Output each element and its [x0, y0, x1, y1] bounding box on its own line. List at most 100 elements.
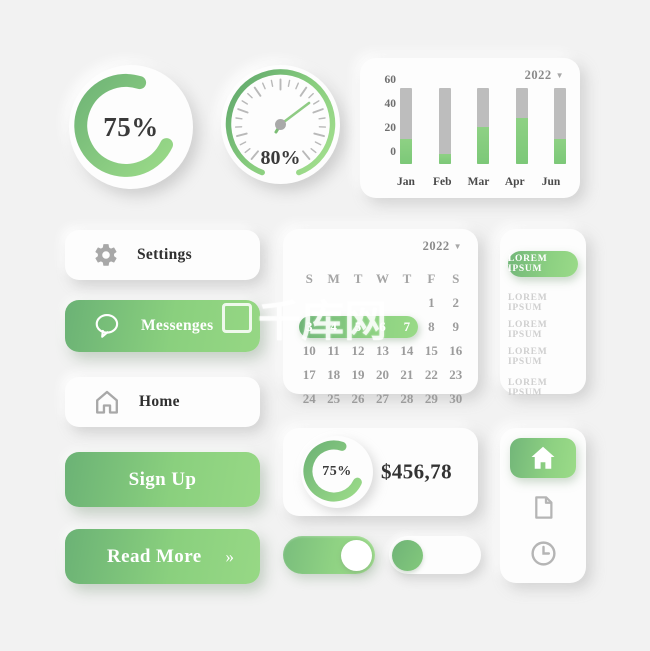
calendar-day[interactable]: 8: [419, 319, 443, 335]
lorem-list-card: LOREM IPSUM LOREM IPSUM LOREM IPSUM LOREM I…: [500, 229, 586, 398]
calendar-day[interactable]: 16: [444, 343, 468, 359]
chart-bar: [515, 88, 528, 164]
calendar-day[interactable]: 20: [370, 367, 394, 383]
chart-year-selector[interactable]: 2022 ▼: [525, 68, 564, 83]
calendar-day[interactable]: 1: [419, 295, 443, 311]
rail-item-document[interactable]: [510, 487, 576, 527]
price-card: 75% $456,78: [283, 428, 478, 516]
lorem-list-item[interactable]: LOREM IPSUM: [508, 290, 578, 316]
calendar-day[interactable]: 11: [321, 343, 345, 359]
chart-y-tick: 40: [384, 97, 397, 110]
sign-up-label: Sign Up: [128, 468, 197, 490]
menu-button-label: Settings: [137, 246, 192, 263]
calendar-day[interactable]: 28: [395, 391, 419, 407]
calendar-weekday: T: [353, 271, 363, 286]
chart-x-label: Mar: [467, 176, 490, 188]
calendar-week-row: 24 25 26 27 28 29 30: [297, 387, 468, 411]
chart-bar-fill: [477, 126, 489, 164]
calendar-day[interactable]: 17: [297, 367, 321, 383]
calendar-day[interactable]: 25: [321, 391, 345, 407]
calendar-day[interactable]: 3: [297, 319, 321, 335]
chart-bars: [400, 88, 566, 164]
calendar-day[interactable]: 15: [419, 343, 443, 359]
chart-y-axis: 0 20 40 60: [374, 74, 397, 164]
calendar-day[interactable]: 19: [346, 367, 370, 383]
calendar-year-selector[interactable]: 2022 ▼: [423, 239, 462, 254]
lorem-list-item-label: LOREM IPSUM: [508, 378, 548, 398]
chart-x-axis: Jan Feb Mar Apr Jun: [397, 176, 566, 188]
calendar-weekday: M: [327, 271, 340, 286]
bar-chart-card: 2022 ▼ 0 20 40 60 Jan Feb Mar Apr Jun: [360, 58, 580, 198]
calendar-week-row: 3456789: [297, 315, 468, 339]
lorem-list-item-label: LOREM IPSUM: [508, 320, 548, 340]
chevron-down-icon: ▼: [555, 71, 564, 80]
lorem-list-item[interactable]: LOREM IPSUM: [508, 344, 578, 370]
lorem-list-item-label: LOREM IPSUM: [508, 347, 548, 367]
calendar-day[interactable]: 23: [444, 367, 468, 383]
calendar-year-label: 2022: [422, 239, 450, 253]
chart-bar-fill: [438, 154, 451, 164]
calendar-day[interactable]: 4: [321, 319, 345, 335]
price-donut-percent-label: 75%: [322, 464, 352, 479]
chart-bar: [477, 88, 489, 164]
toggle-switch-off[interactable]: [389, 536, 481, 574]
read-more-button[interactable]: Read More »: [65, 529, 260, 584]
lorem-list-item[interactable]: LOREM IPSUM: [508, 317, 578, 343]
donut-percent-label: 75%: [103, 111, 159, 142]
menu-button-home[interactable]: Home: [65, 377, 260, 427]
calendar-day[interactable]: 10: [297, 343, 321, 359]
rail-item-clock[interactable]: [510, 533, 576, 573]
chart-y-tick: 20: [384, 121, 397, 134]
lorem-list-item-label: LOREM IPSUM: [508, 254, 548, 274]
menu-button-messenges[interactable]: Messenges: [65, 300, 260, 352]
menu-button-settings[interactable]: Settings: [65, 230, 260, 280]
donut-ring: 75%: [69, 65, 193, 189]
sign-up-button[interactable]: Sign Up: [65, 452, 260, 507]
calendar-day[interactable]: 2: [444, 295, 468, 311]
calendar-day[interactable]: 7: [395, 319, 419, 335]
calendar-day[interactable]: 13: [370, 343, 394, 359]
calendar-day[interactable]: 9: [444, 319, 468, 335]
calendar-day[interactable]: 22: [419, 367, 443, 383]
calendar-week-row: 10 11 12 13 14 15 16: [297, 339, 468, 363]
chat-bubble-icon: [93, 311, 123, 341]
chart-x-label: Jan: [397, 176, 415, 188]
gear-icon: [93, 242, 119, 268]
calendar-day[interactable]: 21: [395, 367, 419, 383]
calendar-day[interactable]: 24: [297, 391, 321, 407]
price-donut-ring: 75%: [301, 436, 373, 508]
calendar-day[interactable]: 5: [346, 319, 370, 335]
calendar-day[interactable]: 12: [346, 343, 370, 359]
toggle-switch-on[interactable]: [283, 536, 375, 574]
ui-kit-canvas: 75% 80% 2022 ▼ 0 20 40 60 Jan Feb Mar Ap…: [0, 0, 650, 651]
calendar-day[interactable]: 6: [370, 319, 394, 335]
calendar-day[interactable]: 26: [346, 391, 370, 407]
calendar-day[interactable]: 30: [444, 391, 468, 407]
toggle-knob: [341, 539, 372, 571]
calendar-week-row: 17 18 19 20 21 22 23: [297, 363, 468, 387]
chart-bar-track: [400, 88, 412, 164]
price-amount: $456,78: [380, 459, 452, 484]
chart-year-label: 2022: [524, 68, 552, 82]
chart-bar-track: [438, 88, 451, 164]
rail-item-home[interactable]: [510, 438, 576, 478]
menu-button-label: Home: [139, 393, 180, 410]
chart-y-tick: 60: [384, 73, 397, 86]
calendar-day[interactable]: 14: [395, 343, 419, 359]
calendar-weekday: S: [305, 271, 313, 286]
calendar-grid: S M T W T F S 1 2 3 4 5 6 7 8 9 10 11 12 13 14 15 16 17 18 19 20 21…: [297, 267, 468, 411]
calendar-day[interactable]: 18: [321, 367, 345, 383]
lorem-list-item[interactable]: LOREM IPSUM: [508, 251, 578, 277]
chart-bar-fill: [400, 138, 412, 164]
chart-x-label: Jun: [541, 176, 561, 188]
chart-x-label: Apr: [504, 176, 525, 188]
calendar-day[interactable]: 29: [419, 391, 443, 407]
gauge-card: 80%: [221, 65, 340, 184]
calendar-weekday: F: [427, 271, 436, 286]
lorem-list-item[interactable]: LOREM IPSUM: [508, 375, 578, 401]
calendar-weekday: T: [402, 271, 412, 286]
calendar-day[interactable]: 27: [370, 391, 394, 407]
lorem-list-item-label: LOREM IPSUM: [508, 293, 548, 313]
chart-bar-fill: [515, 118, 528, 164]
clock-icon: [529, 539, 558, 568]
